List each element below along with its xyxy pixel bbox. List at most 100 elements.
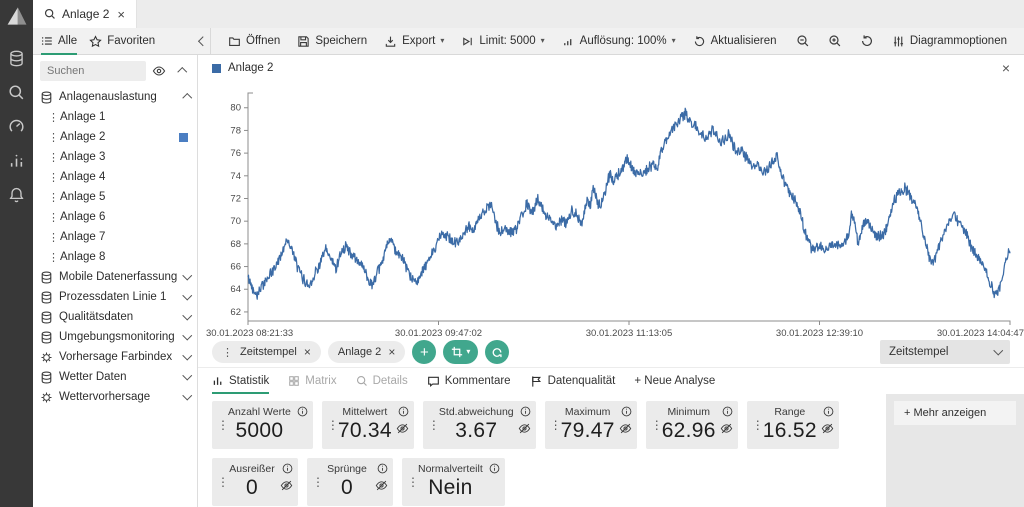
drag-handle-icon[interactable]: ⋮ (752, 418, 764, 432)
chart-options-button[interactable]: Diagrammoptionen (885, 32, 1014, 51)
bell-icon[interactable] (6, 183, 28, 205)
stat-card-ausreißer[interactable]: ⋮ Ausreißer 0 (212, 458, 298, 506)
resolution-button[interactable]: Auflösung: 100% ▾ (555, 32, 683, 51)
drag-handle-icon[interactable]: ⋮ (48, 111, 59, 124)
search-icon[interactable] (6, 81, 28, 103)
line-chart[interactable]: 62 64 66 68 70 72 74 76 78 80 30.01.2023 08:21:33 3… (198, 79, 1024, 337)
drag-handle-icon[interactable]: ⋮ (407, 475, 419, 489)
stat-card-anzahl-werte[interactable]: ⋮ Anzahl Werte 5000 (212, 401, 313, 449)
stat-card-normalverteilt[interactable]: ⋮ Normalverteilt Nein (402, 458, 505, 506)
add-series-button[interactable]: + (412, 340, 437, 364)
limit-button[interactable]: Limit: 5000 ▾ (454, 32, 551, 51)
drag-handle-icon[interactable]: ⋮ (48, 131, 59, 144)
gauge-icon[interactable] (6, 115, 28, 137)
tree-item-anlage-5[interactable]: ⋮ Anlage 5 (33, 187, 197, 207)
info-icon[interactable] (377, 463, 388, 474)
chevron-down-icon[interactable] (182, 310, 192, 321)
chevron-down-icon[interactable] (182, 370, 192, 381)
info-icon[interactable] (489, 463, 500, 474)
info-icon[interactable] (621, 406, 632, 417)
chevron-down-icon[interactable] (182, 270, 192, 281)
drag-handle-icon[interactable]: ⋮ (48, 251, 59, 264)
chip-zeitstempel[interactable]: ⋮ Zeitstempel × (212, 341, 321, 363)
stat-card-mittelwert[interactable]: ⋮ Mittelwert 70.34 (321, 401, 414, 449)
info-icon[interactable] (520, 406, 531, 417)
save-button[interactable]: Speichern (290, 32, 374, 51)
tree-item-wettervorhersage[interactable]: Wettervorhersage (33, 387, 197, 407)
chevron-down-icon[interactable] (182, 350, 192, 361)
tab-neue-analyse[interactable]: + Neue Analyse (634, 368, 715, 394)
stat-card-minimum[interactable]: ⋮ Minimum 62.96 (645, 401, 738, 449)
drag-handle-icon[interactable]: ⋮ (48, 211, 59, 224)
drag-handle-icon[interactable]: ⋮ (428, 418, 440, 432)
drag-handle-icon[interactable]: ⋮ (651, 418, 663, 432)
chevron-up-icon[interactable] (182, 93, 192, 104)
tree-item-anlage-3[interactable]: ⋮ Anlage 3 (33, 147, 197, 167)
chevron-down-icon[interactable] (182, 330, 192, 341)
drag-handle-icon[interactable]: ⋮ (48, 171, 59, 184)
tree-item-anlage-8[interactable]: ⋮ Anlage 8 (33, 247, 197, 267)
chevron-down-icon[interactable] (182, 390, 192, 401)
info-icon[interactable] (823, 406, 834, 417)
tree-item-anlage-2[interactable]: ⋮ Anlage 2 (33, 127, 197, 147)
zoom-out-button[interactable] (789, 31, 817, 51)
export-button[interactable]: Export ▾ (377, 32, 451, 51)
tab-datenqualitaet[interactable]: Datenqualität (530, 368, 615, 394)
tab-kommentare[interactable]: Kommentare (427, 368, 511, 394)
tree-item-vorhersage-farbindex[interactable]: Vorhersage Farbindex (33, 347, 197, 367)
tree-item-anlagenauslastung[interactable]: Anlagenauslastung (33, 87, 197, 107)
tree-item-prozessdaten-linie-1[interactable]: Prozessdaten Linie 1 (33, 287, 197, 307)
remove-chip-icon[interactable]: × (304, 345, 311, 359)
info-icon[interactable] (297, 406, 308, 417)
crop-button[interactable]: ▾ (443, 340, 479, 364)
info-icon[interactable] (722, 406, 733, 417)
tab-alle[interactable]: Alle (41, 28, 78, 55)
x-axis-select[interactable]: Zeitstempel (880, 340, 1010, 364)
tree-item-qualitätsdaten[interactable]: Qualitätsdaten (33, 307, 197, 327)
remove-chip-icon[interactable]: × (388, 345, 395, 359)
tree-item-umgebungsmonitoring[interactable]: Umgebungsmonitoring (33, 327, 197, 347)
eye-off-icon[interactable] (396, 422, 409, 435)
tree-item-anlage-4[interactable]: ⋮ Anlage 4 (33, 167, 197, 187)
collapse-panel-icon[interactable] (198, 36, 208, 46)
chart-icon[interactable] (6, 149, 28, 171)
drag-handle-icon[interactable]: ⋮ (48, 151, 59, 164)
eye-off-icon[interactable] (720, 422, 733, 435)
info-icon[interactable] (282, 463, 293, 474)
refresh-button[interactable]: Aktualisieren (686, 32, 784, 51)
stat-card-std-abweichung[interactable]: ⋮ Std.abweichung 3.67 (422, 401, 536, 449)
drag-handle-icon[interactable]: ⋮ (222, 346, 233, 359)
collapse-all-icon[interactable] (172, 61, 192, 81)
chevron-down-icon[interactable] (182, 290, 192, 301)
drag-handle-icon[interactable]: ⋮ (48, 191, 59, 204)
stat-card-maximum[interactable]: ⋮ Maximum 79.47 (544, 401, 637, 449)
zoom-in-button[interactable] (821, 31, 849, 51)
reset-zoom-button[interactable] (853, 31, 881, 51)
eye-icon[interactable] (149, 61, 169, 81)
stat-card-range[interactable]: ⋮ Range 16.52 (746, 401, 839, 449)
tab-statistik[interactable]: Statistik (212, 368, 270, 394)
drag-handle-icon[interactable]: ⋮ (327, 418, 339, 432)
tree-item-anlage-7[interactable]: ⋮ Anlage 7 (33, 227, 197, 247)
drag-handle-icon[interactable]: ⋮ (312, 475, 324, 489)
stat-card-sprünge[interactable]: ⋮ Sprünge 0 (307, 458, 393, 506)
tree-item-anlage-1[interactable]: ⋮ Anlage 1 (33, 107, 197, 127)
tree-item-anlage-6[interactable]: ⋮ Anlage 6 (33, 207, 197, 227)
eye-off-icon[interactable] (280, 479, 293, 492)
open-button[interactable]: Öffnen (221, 32, 287, 51)
drag-handle-icon[interactable]: ⋮ (217, 418, 229, 432)
eye-off-icon[interactable] (518, 422, 531, 435)
tree-item-mobile-datenerfassung[interactable]: Mobile Datenerfassung (33, 267, 197, 287)
tab-anlage-2[interactable]: Anlage 2 × (33, 0, 137, 28)
drag-handle-icon[interactable]: ⋮ (550, 418, 562, 432)
info-icon[interactable] (398, 406, 409, 417)
database-icon[interactable] (6, 47, 28, 69)
show-more-button[interactable]: + Mehr anzeigen (894, 401, 1016, 425)
tree-item-wetter-daten[interactable]: Wetter Daten (33, 367, 197, 387)
close-chart-icon[interactable]: × (1002, 60, 1010, 76)
tab-matrix[interactable]: Matrix (288, 368, 337, 394)
chip-anlage-2[interactable]: Anlage 2 × (327, 341, 406, 363)
close-icon[interactable]: × (117, 7, 125, 22)
reset-view-button[interactable] (485, 340, 510, 364)
tab-details[interactable]: Details (356, 368, 408, 394)
